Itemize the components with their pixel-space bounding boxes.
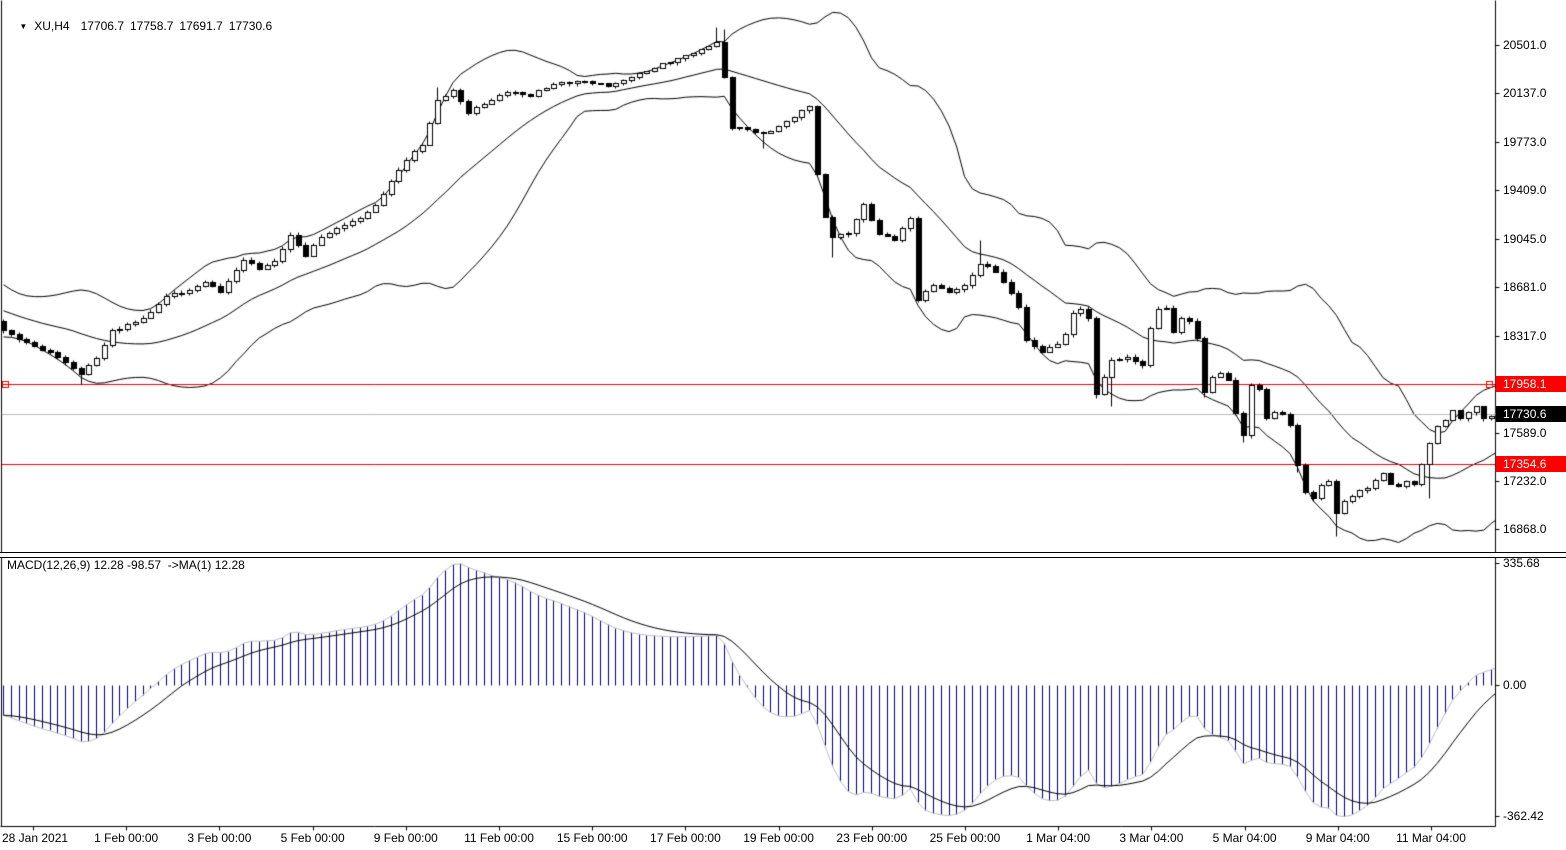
price-axis-label: 19409.0 — [1503, 183, 1546, 197]
date-axis-label[interactable]: 11 Feb 00:00 — [464, 831, 534, 845]
panel-divider[interactable] — [0, 552, 1566, 558]
trading-chart-window: ▼ XU,H4 17706.7 17758.7 17691.7 17730.6 MACD(… — [0, 0, 1566, 850]
date-axis-label[interactable]: 19 Feb 00:00 — [743, 831, 814, 845]
chart-canvas[interactable] — [0, 0, 1566, 850]
ohlc-open: 17706.7 — [81, 19, 124, 33]
date-axis-label[interactable]: 9 Mar 04:00 — [1306, 831, 1370, 845]
price-axis-label: 17232.0 — [1503, 474, 1546, 488]
price-axis-label: 19773.0 — [1503, 135, 1546, 149]
macd-axis-label: -362.42 — [1503, 809, 1544, 823]
macd-indicator-label: MACD(12,26,9) 12.28 -98.57 ->MA(1) 12.28 — [7, 558, 245, 572]
date-axis-label[interactable]: 1 Mar 04:00 — [1026, 831, 1090, 845]
date-axis-label[interactable]: 9 Feb 00:00 — [374, 831, 438, 845]
current-price-badge: 17730.6 — [1496, 406, 1566, 422]
ohlc-high: 17758.7 — [130, 19, 173, 33]
symbol-period-label: XU,H4 — [34, 19, 69, 33]
ohlc-close: 17730.6 — [229, 19, 272, 33]
price-axis-label: 18681.0 — [1503, 280, 1546, 294]
date-axis-label[interactable]: 15 Feb 00:00 — [557, 831, 628, 845]
price-axis-label: 20501.0 — [1503, 38, 1546, 52]
date-axis-label[interactable]: 11 Mar 04:00 — [1396, 831, 1466, 845]
date-axis-label[interactable]: 5 Feb 00:00 — [281, 831, 345, 845]
macd-axis-label: 0.00 — [1503, 678, 1526, 692]
price-axis-label: 18317.0 — [1503, 329, 1546, 343]
date-axis-label[interactable]: 3 Mar 04:00 — [1119, 831, 1183, 845]
chart-title: ▼ XU,H4 17706.7 17758.7 17691.7 17730.6 — [6, 5, 278, 47]
price-axis-label: 16868.0 — [1503, 522, 1546, 536]
date-axis-label[interactable]: 28 Jan 2021 — [2, 831, 68, 845]
price-axis-label: 19045.0 — [1503, 232, 1546, 246]
date-axis-label[interactable]: 5 Mar 04:00 — [1213, 831, 1277, 845]
date-axis-label[interactable]: 23 Feb 00:00 — [836, 831, 907, 845]
price-level-badge[interactable]: 17354.6 — [1496, 456, 1566, 472]
date-axis-label[interactable]: 3 Feb 00:00 — [187, 831, 251, 845]
price-axis-label: 17589.0 — [1503, 426, 1546, 440]
date-axis-label[interactable]: 25 Feb 00:00 — [930, 831, 1001, 845]
price-level-badge[interactable]: 17958.1 — [1496, 376, 1566, 392]
date-axis-label[interactable]: 17 Feb 00:00 — [650, 831, 721, 845]
ohlc-low: 17691.7 — [179, 19, 222, 33]
macd-axis-label: 335.68 — [1503, 556, 1540, 570]
collapse-triangle-icon[interactable]: ▼ — [19, 22, 27, 31]
date-axis-label[interactable]: 1 Feb 00:00 — [94, 831, 158, 845]
price-axis-label: 20137.0 — [1503, 86, 1546, 100]
